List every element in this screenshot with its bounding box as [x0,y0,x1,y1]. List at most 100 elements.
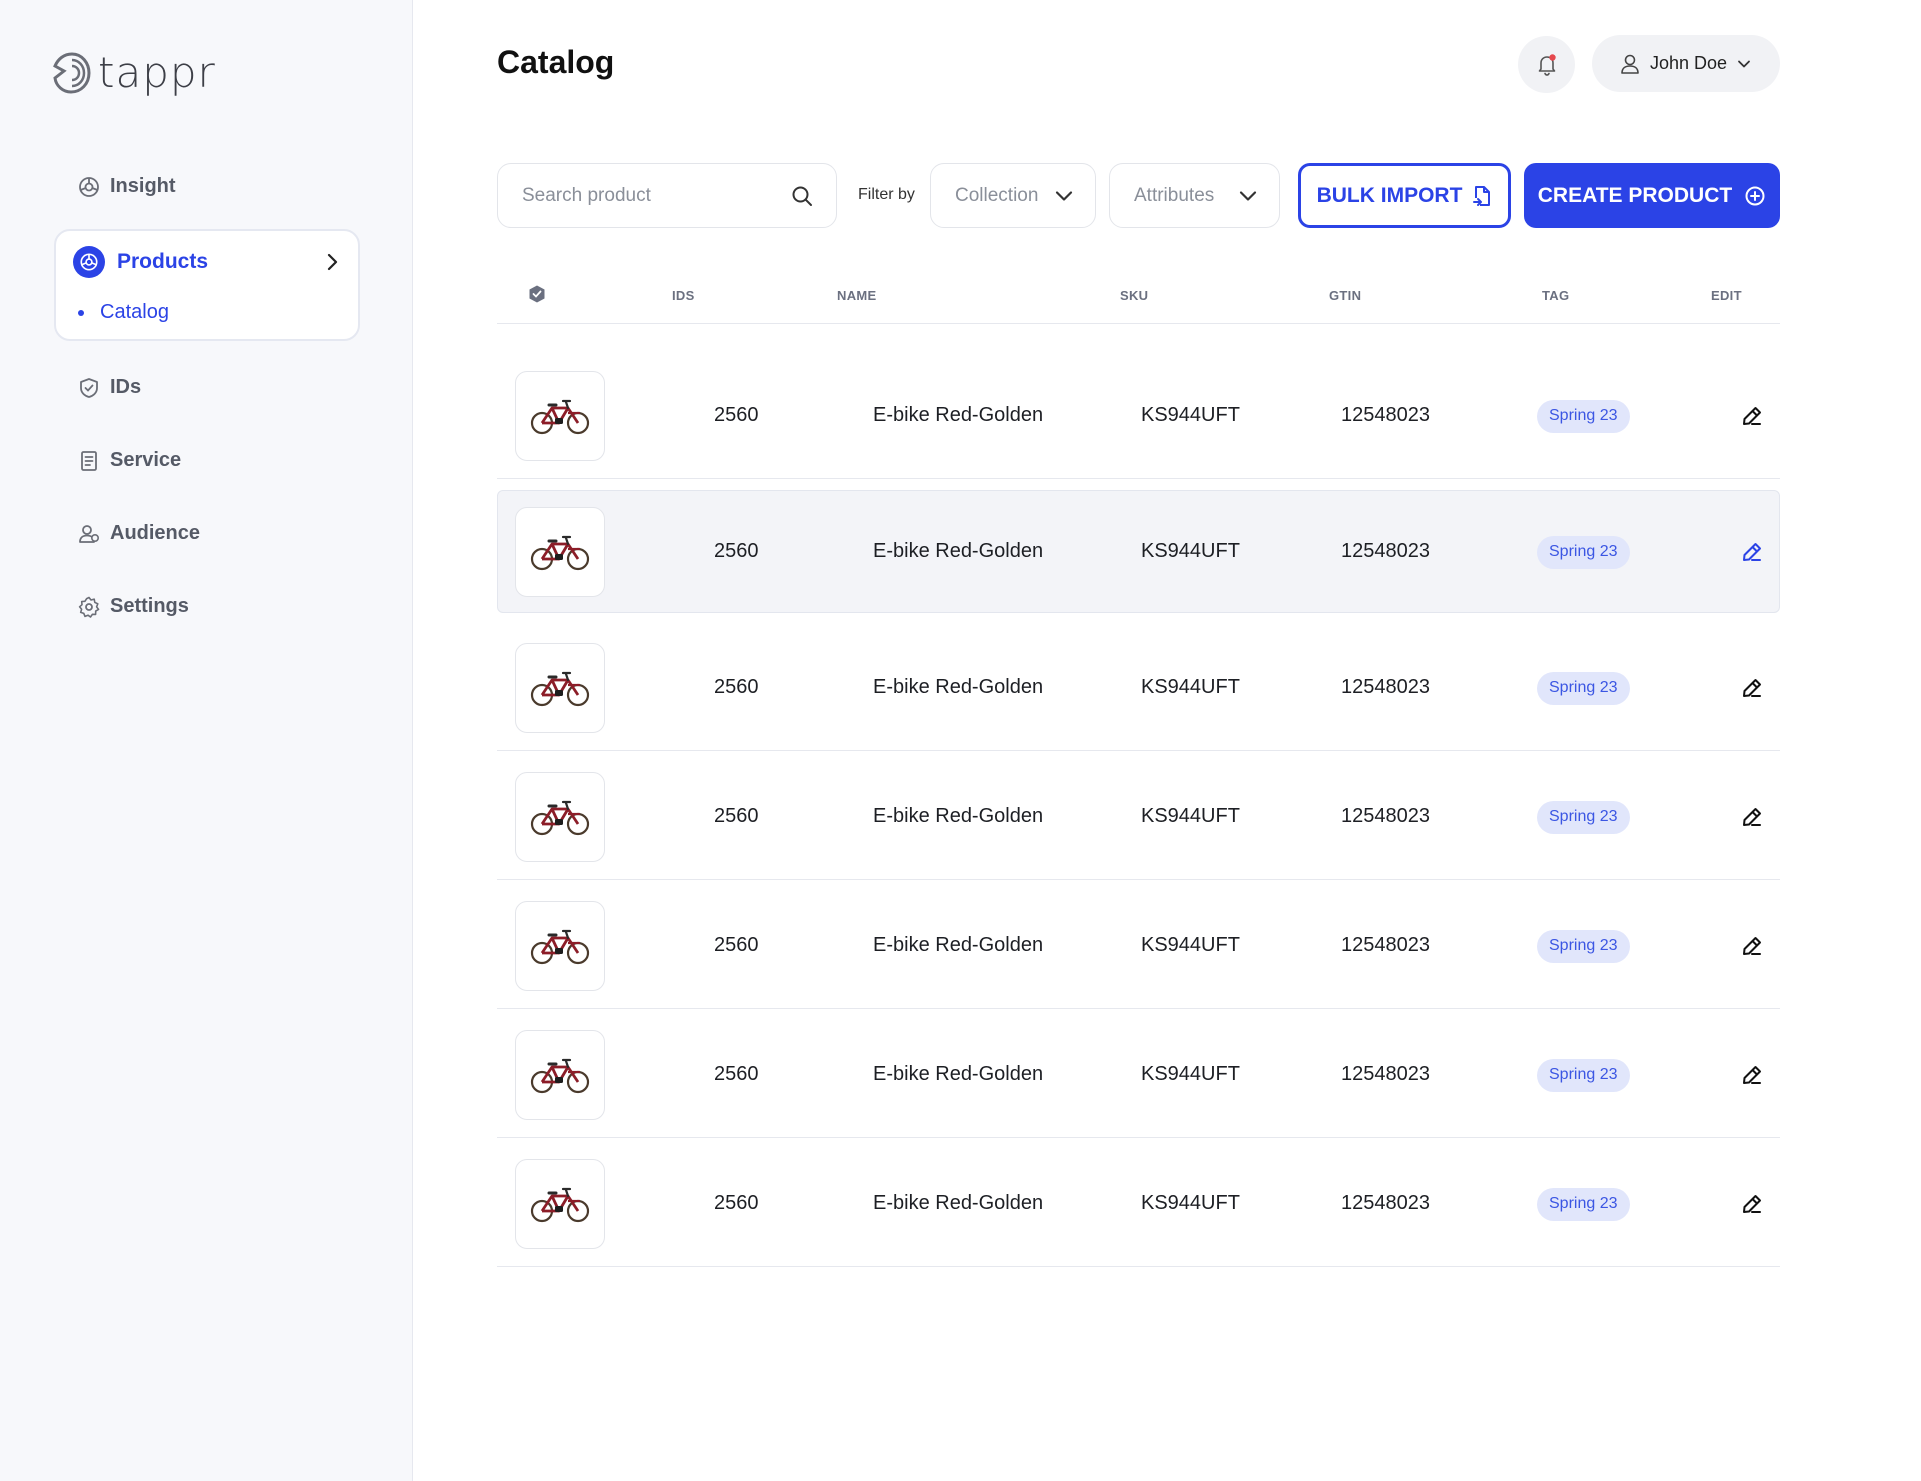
chevron-right-icon[interactable] [326,252,340,272]
edit-button[interactable] [1738,1190,1766,1218]
product-thumbnail[interactable] [515,642,605,733]
table-row[interactable]: 2560 E-bike Red-Golden KS944UFT 12548023… [497,626,1780,751]
edit-button[interactable] [1738,1061,1766,1089]
cell-sku: KS944UFT [1141,1191,1240,1214]
bike-image [530,671,590,706]
table-row[interactable]: 2560 E-bike Red-Golden KS944UFT 12548023… [497,884,1780,1009]
sidebar-item-audience[interactable]: Audience [78,522,200,545]
cell-sku: KS944UFT [1141,539,1240,562]
column-header-sku[interactable]: SKU [1120,288,1148,303]
tag-badge: Spring 23 [1537,929,1630,963]
sidebar-item-label: Products [117,250,209,273]
cell-name: E-bike Red-Golden [873,539,1044,562]
sidebar-item-label: IDs [110,376,142,398]
attributes-select[interactable]: Attributes [1109,163,1280,228]
bell-icon [1538,53,1556,76]
column-header-ids[interactable]: IDS [672,288,695,303]
column-header-tag[interactable]: TAG [1542,288,1569,303]
tappr-logo-icon [53,51,91,94]
user-menu-button[interactable]: John Doe [1592,35,1780,92]
sidebar-item-service[interactable]: Service [78,449,181,472]
gear-icon [78,596,100,618]
product-thumbnail[interactable] [515,900,605,991]
cell-name: E-bike Red-Golden [873,403,1044,426]
chevron-down-icon [1738,60,1750,67]
product-thumbnail[interactable] [515,370,605,461]
edit-button[interactable] [1738,932,1766,960]
row-divider [497,1008,1780,1009]
edit-icon [1743,542,1761,561]
sidebar-subitem-catalog[interactable]: Catalog [78,301,169,324]
edit-icon [1743,406,1761,425]
tag-badge: Spring 23 [1537,800,1630,834]
tag-badge: Spring 23 [1537,535,1630,569]
cell-gtin: 12548023 [1341,403,1430,426]
plus-circle-icon [1745,186,1765,205]
product-thumbnail[interactable] [515,1158,605,1249]
search-icon[interactable] [790,184,814,208]
document-icon [81,450,97,471]
row-divider [497,1137,1780,1138]
column-header-name[interactable]: NAME [837,288,876,303]
table-header: IDS NAME SKU GTIN TAG EDIT [497,270,1780,324]
attributes-select-label: Attributes [1134,184,1215,206]
product-thumbnail[interactable] [515,506,605,597]
products-icon [73,246,105,278]
table-row[interactable]: 2560 E-bike Red-Golden KS944UFT 12548023… [497,755,1780,880]
sidebar-item-label: Service [110,449,182,471]
page-title: Catalog [497,44,615,80]
column-header-edit: EDIT [1711,288,1742,303]
users-icon [79,524,100,543]
row-divider [497,750,1780,751]
table-row[interactable]: 2560 E-bike Red-Golden KS944UFT 12548023… [497,1142,1780,1267]
cell-id: 2560 [714,1062,759,1085]
search-input[interactable] [522,184,762,207]
bike-image [530,929,590,964]
user-name: John Doe [1650,53,1728,73]
sidebar-item-ids[interactable]: IDs [78,376,141,399]
user-icon [1621,54,1639,74]
tag-badge: Spring 23 [1537,399,1630,433]
notifications-button[interactable] [1518,36,1575,93]
edit-button[interactable] [1738,538,1766,566]
create-product-button[interactable]: CREATE PRODUCT [1524,163,1780,228]
cell-gtin: 12548023 [1341,1062,1430,1085]
edit-icon [1743,1065,1761,1084]
table-row[interactable]: 2560 E-bike Red-Golden KS944UFT 12548023… [497,490,1780,622]
bike-image [530,399,590,434]
edit-icon [1743,936,1761,955]
logo-text: tappr [98,48,216,97]
search-box[interactable] [497,163,837,228]
edit-button[interactable] [1738,402,1766,430]
sidebar-item-insight[interactable]: Insight [78,175,176,198]
filter-by-label: Filter by [858,186,915,203]
edit-button[interactable] [1738,674,1766,702]
cell-sku: KS944UFT [1141,804,1240,827]
table-row[interactable]: 2560 E-bike Red-Golden KS944UFT 12548023… [497,1013,1780,1138]
chevron-down-icon [1055,190,1073,201]
bike-image [530,1058,590,1093]
cell-gtin: 12548023 [1341,675,1430,698]
bike-image [530,1187,590,1222]
app-logo[interactable]: tappr [52,48,216,97]
bulk-import-button[interactable]: BULK IMPORT [1298,163,1511,228]
product-thumbnail[interactable] [515,771,605,862]
sidebar-item-label: Audience [110,522,201,544]
cell-id: 2560 [714,933,759,956]
table-row[interactable]: 2560 E-bike Red-Golden KS944UFT 12548023… [497,354,1780,479]
edit-button[interactable] [1738,803,1766,831]
cell-name: E-bike Red-Golden [873,933,1044,956]
sidebar-item-label: Insight [110,175,176,197]
collection-select[interactable]: Collection [930,163,1096,228]
sidebar-item-products[interactable]: Products [73,245,340,279]
cell-sku: KS944UFT [1141,675,1240,698]
sidebar-item-settings[interactable]: Settings [78,595,189,618]
column-header-gtin[interactable]: GTIN [1329,288,1361,303]
sidebar-subitem-label: Catalog [100,301,169,323]
cell-name: E-bike Red-Golden [873,804,1044,827]
select-all-icon[interactable] [527,284,547,304]
active-dot [78,309,84,316]
product-thumbnail[interactable] [515,1029,605,1120]
tag-badge: Spring 23 [1537,671,1630,705]
cell-gtin: 12548023 [1341,933,1430,956]
